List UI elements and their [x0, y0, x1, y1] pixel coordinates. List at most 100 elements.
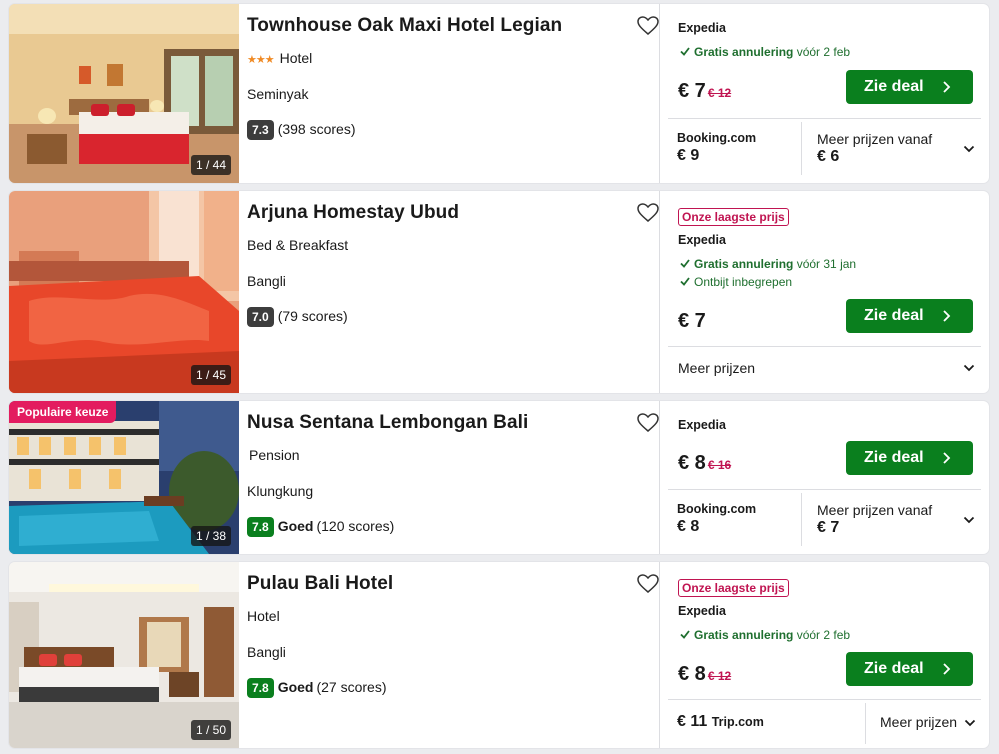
deal-price: € 7 € 12: [678, 80, 732, 102]
star-rating: ★★★: [247, 54, 275, 66]
lowest-price-badge: Onze laagste prijs: [678, 579, 789, 597]
more-prices-label[interactable]: Meer prijzen vanaf: [817, 502, 932, 518]
hotel-photo[interactable]: 1 / 45: [9, 191, 239, 393]
zie-deal-button[interactable]: Zie deal: [846, 441, 973, 475]
alt-provider[interactable]: Booking.com: [677, 131, 756, 145]
hotel-info: Arjuna Homestay Ubud Bed & Breakfast Ban…: [247, 191, 659, 393]
provider-name: Expedia: [678, 233, 726, 247]
photo-counter: 1 / 45: [190, 365, 231, 385]
old-price: € 16: [707, 458, 732, 472]
chevron-down-icon[interactable]: [963, 364, 975, 372]
hotel-type: Pension: [249, 447, 300, 463]
hotel-room-image: [9, 191, 239, 393]
hotel-info: Nusa Sentana Lembongan Bali Pension Klun…: [247, 401, 659, 554]
score-label: Goed: [277, 679, 314, 695]
hotel-info: Townhouse Oak Maxi Hotel Legian ★★★ Hotel…: [247, 4, 659, 183]
hotel-location: Bangli: [247, 273, 286, 289]
popular-choice-badge: Populaire keuze: [9, 401, 117, 423]
more-prices-value[interactable]: € 7: [817, 519, 839, 537]
alt-price[interactable]: € 8: [677, 518, 699, 536]
divider: [668, 489, 981, 490]
rating-line[interactable]: 7.8 Goed (120 scores): [247, 517, 394, 537]
chevron-right-icon: [943, 663, 951, 675]
more-prices-label[interactable]: Meer prijzen: [678, 360, 755, 376]
more-prices-label[interactable]: Meer prijzen vanaf: [817, 131, 932, 147]
score-badge: 7.0: [247, 307, 274, 327]
score-badge: 7.8: [247, 678, 274, 698]
hotel-location: Klungkung: [247, 483, 314, 499]
check-icon: [680, 277, 690, 286]
alt-price[interactable]: € 11 Trip.com: [677, 713, 764, 731]
divider: [668, 699, 981, 700]
alt-provider[interactable]: Booking.com: [677, 502, 756, 516]
zie-deal-button[interactable]: Zie deal: [846, 70, 973, 104]
hotel-photo[interactable]: Populaire keuze 1 / 38: [9, 401, 239, 554]
hotel-info: Pulau Bali Hotel Hotel Bangli 7.8 Goed (27…: [247, 562, 659, 748]
hotel-location: Bangli: [247, 644, 286, 660]
deal-price: € 8 € 16: [678, 452, 732, 474]
deal-price: € 8 € 12: [678, 663, 732, 685]
deal-panel: Expedia Gratis annulering vóór 2 feb € 7…: [659, 4, 989, 183]
perk-cancellation: Gratis annulering vóór 31 jan: [680, 257, 856, 271]
zie-deal-button[interactable]: Zie deal: [846, 299, 973, 333]
provider-name: Expedia: [678, 604, 726, 618]
chevron-down-icon[interactable]: [963, 145, 975, 153]
review-count: (120 scores): [316, 518, 395, 534]
provider-name: Expedia: [678, 418, 726, 432]
more-prices-value[interactable]: € 6: [817, 148, 839, 166]
hotel-photo[interactable]: 1 / 44: [9, 4, 239, 183]
chevron-down-icon[interactable]: [964, 719, 976, 727]
score-badge: 7.8: [247, 517, 274, 537]
perk-cancellation: Gratis annulering vóór 2 feb: [680, 628, 850, 642]
score-label: Goed: [277, 518, 314, 534]
divider: [865, 703, 866, 744]
heart-icon[interactable]: [637, 413, 659, 433]
rating-line[interactable]: 7.3 (398 scores): [247, 120, 356, 140]
rating-line[interactable]: 7.0 (79 scores): [247, 307, 348, 327]
zie-deal-button[interactable]: Zie deal: [846, 652, 973, 686]
perk-breakfast: Ontbijt inbegrepen: [680, 275, 792, 289]
heart-icon[interactable]: [637, 574, 659, 594]
hotel-card[interactable]: Populaire keuze 1 / 38 Nusa Sentana Lemb…: [9, 401, 989, 554]
chevron-down-icon[interactable]: [963, 516, 975, 524]
more-prices-label[interactable]: Meer prijzen: [880, 714, 957, 730]
hotel-type: Hotel: [279, 50, 313, 66]
hotel-name[interactable]: Pulau Bali Hotel: [247, 573, 393, 595]
chevron-right-icon: [943, 452, 951, 464]
alt-price[interactable]: € 9: [677, 147, 699, 165]
deal-price: € 7: [678, 310, 706, 332]
hotel-card[interactable]: 1 / 44 Townhouse Oak Maxi Hotel Legian ★…: [9, 4, 989, 183]
check-icon: [680, 630, 690, 639]
divider: [668, 118, 981, 119]
hotel-photo[interactable]: 1 / 50: [9, 562, 239, 748]
heart-icon[interactable]: [637, 203, 659, 223]
chevron-right-icon: [943, 310, 951, 322]
photo-counter: 1 / 50: [190, 720, 231, 740]
old-price: € 12: [707, 86, 732, 100]
lowest-price-badge: Onze laagste prijs: [678, 208, 789, 226]
hotel-type: Bed & Breakfast: [247, 237, 349, 253]
rating-line[interactable]: 7.8 Goed (27 scores): [247, 678, 387, 698]
hotel-name[interactable]: Nusa Sentana Lembongan Bali: [247, 412, 528, 434]
divider: [668, 346, 981, 347]
hotel-name[interactable]: Townhouse Oak Maxi Hotel Legian: [247, 15, 562, 37]
perk-cancellation: Gratis annulering vóór 2 feb: [680, 45, 850, 59]
review-count: (398 scores): [277, 121, 356, 137]
divider: [801, 493, 802, 546]
review-count: (79 scores): [277, 308, 348, 324]
hotel-type: Hotel: [247, 608, 280, 624]
hotel-location: Seminyak: [247, 86, 309, 102]
hotel-name[interactable]: Arjuna Homestay Ubud: [247, 202, 459, 224]
chevron-right-icon: [943, 81, 951, 93]
hotel-card[interactable]: 1 / 45 Arjuna Homestay Ubud Bed & Breakf…: [9, 191, 989, 393]
provider-name: Expedia: [678, 21, 726, 35]
deal-panel: Expedia € 8 € 16 Zie deal Booking.com € 8…: [659, 401, 989, 554]
score-badge: 7.3: [247, 120, 274, 140]
heart-icon[interactable]: [637, 16, 659, 36]
hotel-type-line: ★★★ Hotel: [247, 50, 312, 66]
review-count: (27 scores): [316, 679, 387, 695]
deal-panel: Onze laagste prijs Expedia Gratis annule…: [659, 562, 989, 748]
alt-provider: Trip.com: [711, 715, 764, 729]
hotel-card[interactable]: 1 / 50 Pulau Bali Hotel Hotel Bangli 7.8…: [9, 562, 989, 748]
check-icon: [680, 259, 690, 268]
